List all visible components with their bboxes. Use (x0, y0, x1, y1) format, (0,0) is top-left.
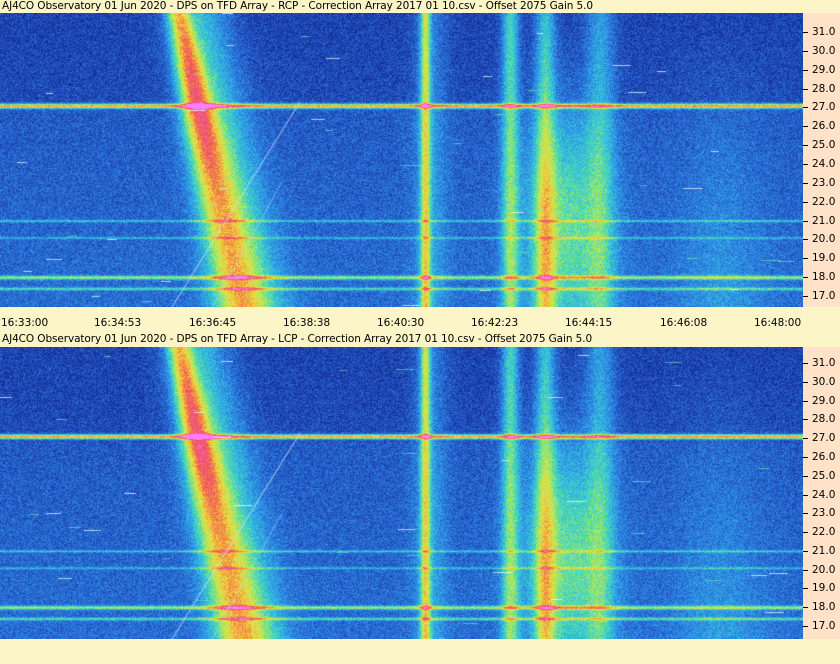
spectrogram-rcp[interactable] (0, 13, 803, 307)
freq-tick-lcp-label: 30.0 (812, 376, 836, 388)
freq-tick-rcp-tick (803, 164, 808, 165)
freq-tick-lcp-tick (803, 607, 808, 608)
freq-tick-rcp-label: 29.0 (812, 64, 836, 76)
panel-title-lcp: AJ4CO Observatory 01 Jun 2020 - DPS on T… (2, 333, 593, 345)
freq-tick-lcp-label: 28.0 (812, 413, 836, 425)
freq-tick-lcp-label: 27.0 (812, 432, 836, 444)
time-tick-label: 16:44:15 (565, 317, 613, 329)
freq-tick-rcp-tick (803, 221, 808, 222)
frequency-axis-lcp: 31.0 30.0 29.0 28.0 27.0 26.0 25.0 24.0 23.0 22.0… (803, 347, 840, 639)
time-tick-label: 16:33:00 (1, 317, 49, 329)
freq-tick-rcp-tick (803, 239, 808, 240)
freq-tick-lcp-tick (803, 532, 808, 533)
time-axis: 16:33:00 16:34:53 16:36:45 16:38:38 16:40:30… (0, 308, 840, 332)
time-tick-label: 16:38:38 (283, 317, 331, 329)
freq-tick-lcp-label: 29.0 (812, 395, 836, 407)
freq-tick-rcp-tick (803, 70, 808, 71)
freq-tick-lcp-tick (803, 476, 808, 477)
freq-tick-lcp-tick (803, 438, 808, 439)
freq-tick-lcp-tick (803, 513, 808, 514)
time-tick-label: 16:40:30 (377, 317, 425, 329)
freq-tick-lcp-label: 18.0 (812, 601, 836, 613)
freq-tick-lcp-tick (803, 382, 808, 383)
freq-tick-lcp-tick (803, 495, 808, 496)
freq-tick-rcp-label: 21.0 (812, 215, 836, 227)
freq-tick-lcp-label: 25.0 (812, 470, 836, 482)
frequency-axis-rcp: 31.0 30.0 29.0 28.0 27.0 26.0 25.0 24.0 23.0 22.0… (803, 13, 840, 307)
freq-tick-rcp-tick (803, 277, 808, 278)
freq-tick-lcp-label: 31.0 (812, 357, 836, 369)
freq-tick-rcp-label: 30.0 (812, 45, 836, 57)
freq-tick-rcp-label: 28.0 (812, 83, 836, 95)
freq-tick-rcp-tick (803, 202, 808, 203)
time-tick-label: 16:46:08 (660, 317, 708, 329)
freq-tick-rcp-label: 27.0 (812, 101, 836, 113)
freq-tick-rcp-label: 20.0 (812, 233, 836, 245)
freq-tick-rcp-label: 23.0 (812, 177, 836, 189)
time-tick-label: 16:42:23 (471, 317, 519, 329)
freq-tick-lcp-tick (803, 626, 808, 627)
freq-tick-rcp-tick (803, 258, 808, 259)
freq-tick-lcp-tick (803, 457, 808, 458)
freq-tick-rcp-label: 31.0 (812, 26, 836, 38)
freq-tick-rcp-tick (803, 51, 808, 52)
freq-tick-lcp-label: 26.0 (812, 451, 836, 463)
freq-tick-rcp-tick (803, 126, 808, 127)
freq-tick-rcp-tick (803, 296, 808, 297)
freq-tick-rcp-label: 24.0 (812, 158, 836, 170)
time-tick-label: 16:34:53 (94, 317, 142, 329)
freq-tick-lcp-label: 21.0 (812, 545, 836, 557)
freq-tick-rcp-tick (803, 183, 808, 184)
freq-tick-rcp-label: 18.0 (812, 271, 836, 283)
freq-tick-rcp-tick (803, 32, 808, 33)
freq-tick-rcp-label: 25.0 (812, 139, 836, 151)
panel-title-rcp: AJ4CO Observatory 01 Jun 2020 - DPS on T… (2, 0, 593, 12)
time-tick-label: 16:36:45 (189, 317, 237, 329)
freq-tick-rcp-tick (803, 89, 808, 90)
freq-tick-lcp-label: 17.0 (812, 620, 836, 632)
freq-tick-lcp-tick (803, 588, 808, 589)
freq-tick-rcp-label: 26.0 (812, 120, 836, 132)
freq-tick-lcp-label: 19.0 (812, 582, 836, 594)
time-tick-label: 16:48:00 (754, 317, 802, 329)
spectrogram-lcp[interactable] (0, 347, 803, 639)
status-strip (0, 640, 840, 664)
freq-tick-lcp-tick (803, 551, 808, 552)
freq-tick-rcp-tick (803, 107, 808, 108)
freq-tick-lcp-label: 20.0 (812, 564, 836, 576)
freq-tick-rcp-label: 19.0 (812, 252, 836, 264)
freq-tick-lcp-label: 24.0 (812, 489, 836, 501)
freq-tick-rcp-label: 17.0 (812, 290, 836, 302)
freq-tick-lcp-tick (803, 401, 808, 402)
freq-tick-rcp-tick (803, 145, 808, 146)
freq-tick-rcp-label: 22.0 (812, 196, 836, 208)
freq-tick-lcp-label: 23.0 (812, 507, 836, 519)
freq-tick-lcp-tick (803, 363, 808, 364)
freq-tick-lcp-tick (803, 419, 808, 420)
freq-tick-lcp-tick (803, 570, 808, 571)
freq-tick-lcp-label: 22.0 (812, 526, 836, 538)
